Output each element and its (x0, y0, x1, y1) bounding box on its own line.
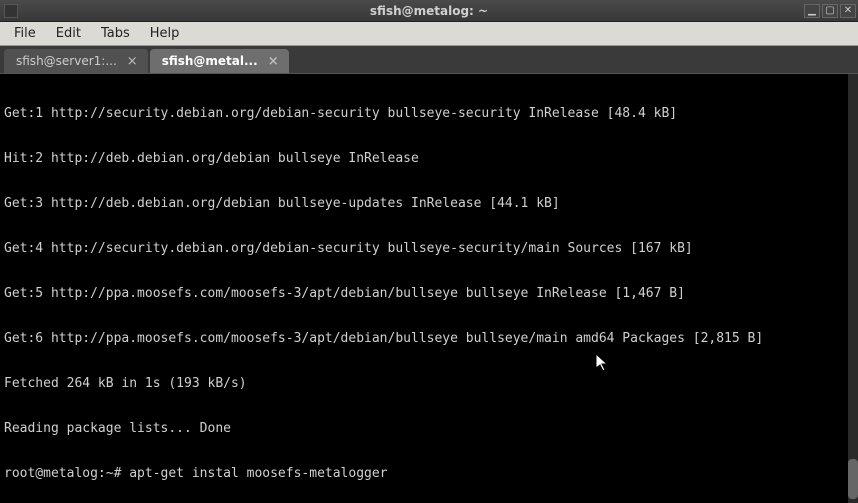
scrollbar-thumb[interactable] (848, 459, 858, 499)
tabbar: sfish@server1:... × sfish@metal... × (0, 46, 858, 74)
menu-help[interactable]: Help (140, 23, 190, 44)
terminal-line: Get:4 http://security.debian.org/debian-… (4, 241, 854, 256)
tab-metalog[interactable]: sfish@metal... × (150, 49, 289, 73)
window-controls: ▁ ▢ ✕ (804, 4, 856, 18)
mouse-cursor-icon (596, 354, 612, 374)
terminal-line: Reading package lists... Done (4, 421, 854, 436)
close-icon[interactable]: × (127, 54, 138, 69)
terminal-prompt-line: root@metalog:~# apt-get instal moosefs-m… (4, 466, 854, 481)
terminal-line: Get:5 http://ppa.moosefs.com/moosefs-3/a… (4, 286, 854, 301)
terminal-line: Fetched 264 kB in 1s (193 kB/s) (4, 376, 854, 391)
maximize-button[interactable]: ▢ (822, 4, 838, 18)
terminal-line: Get:6 http://ppa.moosefs.com/moosefs-3/a… (4, 331, 854, 346)
close-icon[interactable]: × (268, 54, 279, 69)
menu-file[interactable]: File (4, 23, 46, 44)
tab-label: sfish@metal... (162, 54, 258, 68)
menubar: File Edit Tabs Help (0, 22, 858, 46)
close-button[interactable]: ✕ (840, 4, 856, 18)
window-titlebar: sfish@metalog: ~ ▁ ▢ ✕ (0, 0, 858, 22)
scrollbar[interactable] (848, 74, 858, 503)
terminal-output[interactable]: Get:1 http://security.debian.org/debian-… (0, 74, 858, 503)
window-title: sfish@metalog: ~ (370, 4, 488, 18)
window-app-icon (4, 4, 18, 18)
tab-label: sfish@server1:... (16, 54, 117, 68)
terminal-line: Get:1 http://security.debian.org/debian-… (4, 106, 854, 121)
minimize-button[interactable]: ▁ (804, 4, 820, 18)
terminal-line: Get:3 http://deb.debian.org/debian bulls… (4, 196, 854, 211)
menu-edit[interactable]: Edit (46, 23, 91, 44)
menu-tabs[interactable]: Tabs (91, 23, 140, 44)
terminal-line: Hit:2 http://deb.debian.org/debian bulls… (4, 151, 854, 166)
tab-server1[interactable]: sfish@server1:... × (4, 49, 148, 73)
